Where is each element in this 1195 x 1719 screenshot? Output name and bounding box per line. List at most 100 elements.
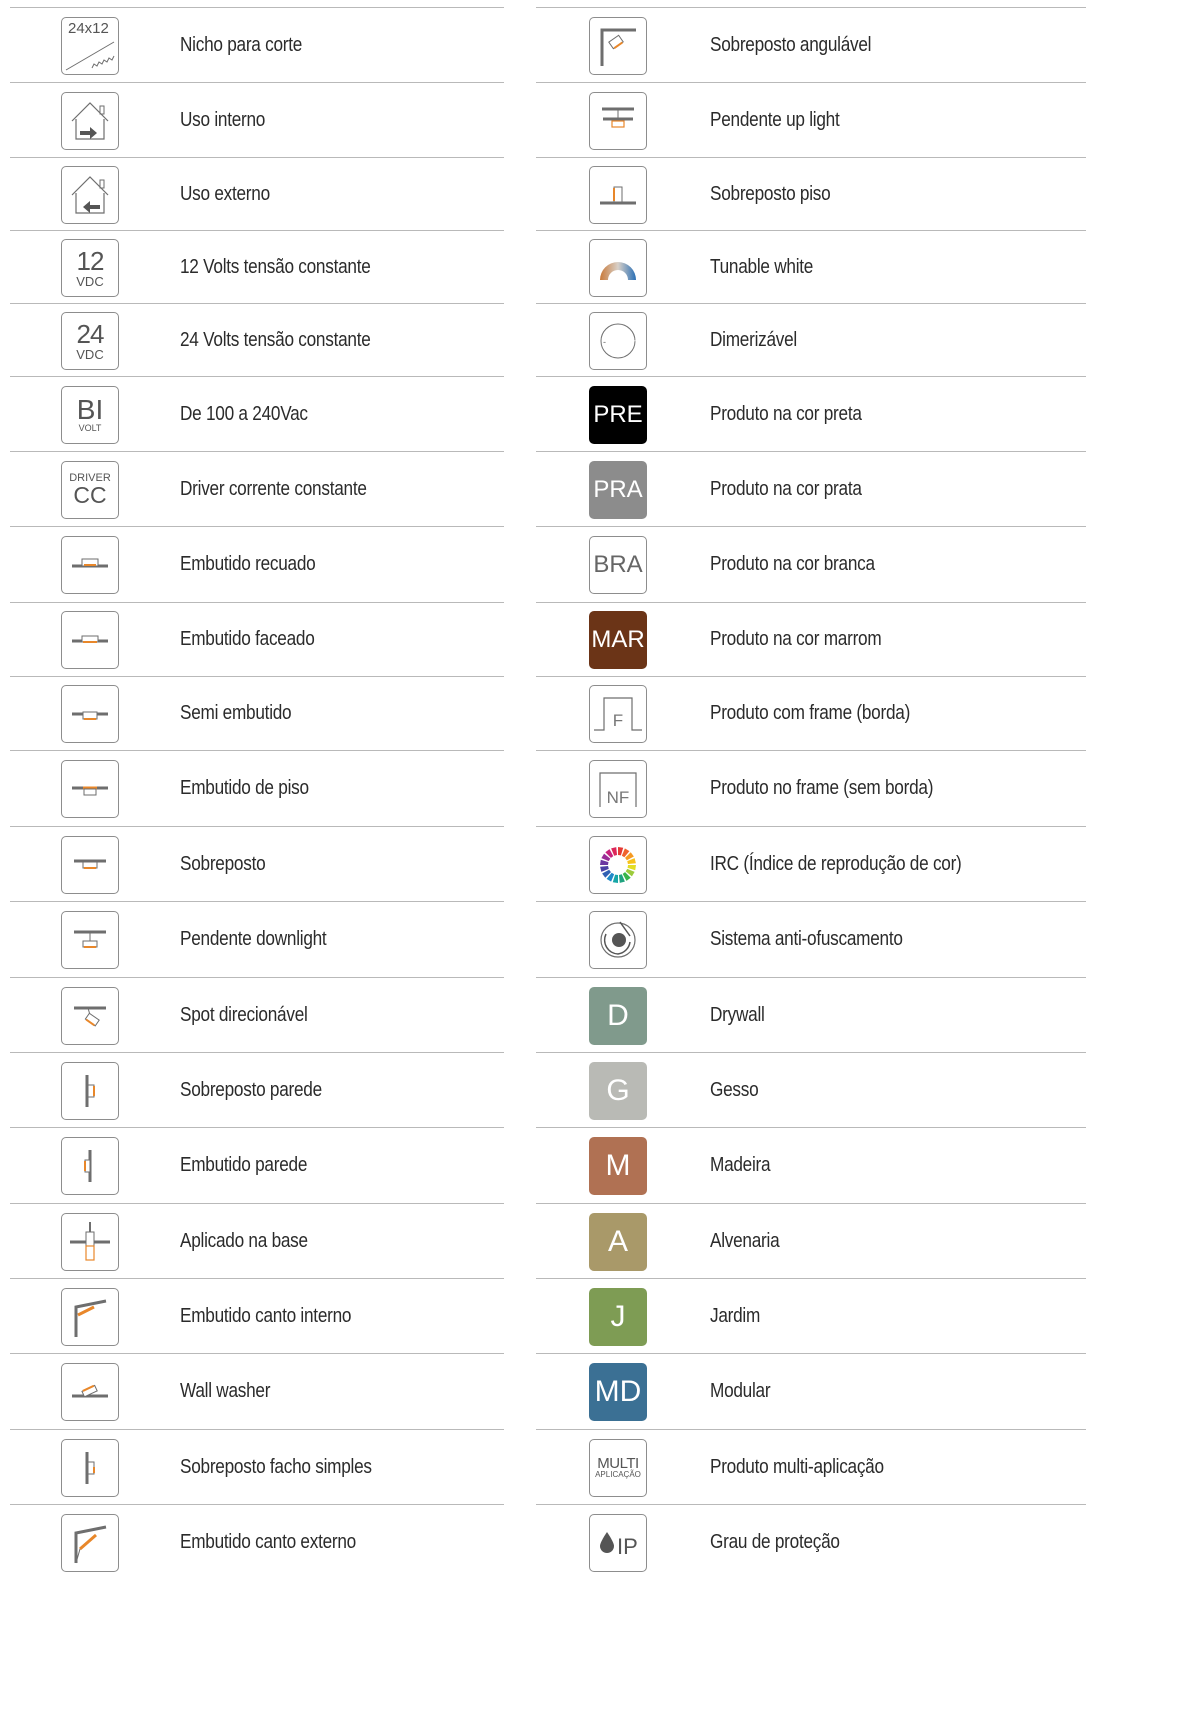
legend-row: Semi embutido (10, 676, 504, 750)
legend-label: Produto multi-aplicação (710, 1455, 884, 1478)
legend-row: Pendente up light (536, 82, 1086, 157)
legend-label: Embutido recuado (180, 553, 316, 575)
legend-row: Sobreposto angulável (536, 7, 1086, 82)
legend-row: Aplicado na base (10, 1203, 504, 1278)
legend-column-right: Sobreposto angulável Pendente up light Sob… (536, 7, 1086, 1579)
color-silver-icon: PRA (589, 460, 647, 519)
legend-label: Driver corrente constante (180, 477, 367, 500)
wall-washer-icon (61, 1363, 119, 1421)
legend-row: Embutido de piso (10, 750, 504, 826)
svg-text:F: F (613, 711, 623, 730)
legend-label: Produto com frame (borda) (710, 702, 911, 724)
12vdc-icon: 12 VDC (61, 238, 119, 297)
wall-recessed-icon (61, 1137, 119, 1195)
svg-text:-: - (603, 337, 606, 347)
house-indoor-icon (61, 91, 119, 150)
legend-label: Gesso (710, 1078, 759, 1101)
legend-label: Embutido faceado (180, 628, 315, 650)
legend-label: Sobreposto parede (180, 1078, 322, 1101)
legend-label: Modular (710, 1380, 771, 1402)
legend-label: Spot direcionável (180, 1003, 308, 1026)
single-beam-icon (61, 1438, 119, 1497)
legend-row: Sistema anti-ofuscamento (536, 901, 1086, 977)
garden-icon: J (589, 1287, 647, 1346)
legend-row: Pendente downlight (10, 901, 504, 977)
legend-label: Embutido parede (180, 1154, 308, 1176)
masonry-icon: A (589, 1212, 647, 1271)
legend-label: De 100 a 240Vac (180, 402, 308, 425)
pendant-downlight-icon (61, 911, 119, 969)
legend-label: Uso interno (180, 108, 266, 131)
legend-label: Jardim (710, 1304, 761, 1327)
multi-application-icon: MULTI APLICAÇÃO (589, 1438, 647, 1497)
legend-label: Sobreposto piso (710, 182, 831, 205)
drywall-icon: D (589, 986, 647, 1045)
legend-label: Sobreposto facho simples (180, 1455, 372, 1478)
driver-cc-icon: DRIVER CC (61, 460, 119, 519)
legend-row: Embutido recuado (10, 526, 504, 602)
dimmer-icon: - + (589, 311, 647, 370)
legend-row: Sobreposto piso (536, 157, 1086, 230)
legend-row: Sobreposto parede (10, 1052, 504, 1127)
legend-label: Sobreposto angulável (710, 33, 872, 56)
legend-label: Produto na cor preta (710, 402, 862, 425)
legend-row: Uso interno (10, 82, 504, 157)
svg-text:+: + (631, 336, 636, 346)
legend-label: Semi embutido (180, 702, 292, 724)
legend-label: Embutido de piso (180, 777, 309, 799)
legend-label: 24 Volts tensão constante (180, 328, 371, 351)
legend-label: Dimerizável (710, 328, 798, 351)
house-outdoor-icon (61, 165, 119, 224)
outer-corner-icon (61, 1513, 119, 1572)
wood-icon: M (589, 1137, 647, 1195)
legend-label: Sistema anti-ofuscamento (710, 928, 903, 950)
legend-row: Embutido canto externo (10, 1504, 504, 1579)
ip-rating-icon: IP (589, 1513, 647, 1572)
legend-label: Produto na cor marrom (710, 628, 882, 650)
legend-row: IRC (Índice de reprodução de cor) (536, 826, 1086, 901)
legend-row: Wall washer (10, 1353, 504, 1429)
legend-row: A Alvenaria (536, 1203, 1086, 1278)
legend-row: 12 VDC 12 Volts tensão constante (10, 230, 504, 303)
legend-row: G Gesso (536, 1052, 1086, 1127)
legend-row: Tunable white (536, 230, 1086, 303)
legend-row: Embutido faceado (10, 602, 504, 676)
color-white-icon: BRA (589, 536, 647, 594)
svg-text:NF: NF (607, 788, 630, 807)
saw-cut-icon: 24x12 (61, 16, 119, 75)
legend-label: Drywall (710, 1003, 765, 1026)
legend-label: 12 Volts tensão constante (180, 255, 371, 278)
floor-recessed-icon (61, 760, 119, 818)
legend-label: Sobreposto (180, 852, 266, 875)
legend-row: MAR Produto na cor marrom (536, 602, 1086, 676)
legend-label: Tunable white (710, 255, 814, 278)
adjustable-spot-icon (61, 986, 119, 1045)
color-black-icon: PRE (589, 385, 647, 444)
wall-surface-icon (61, 1061, 119, 1120)
legend-row: Sobreposto facho simples (10, 1429, 504, 1504)
legend-label: Pendente downlight (180, 928, 327, 950)
legend-label: Nicho para corte (180, 33, 303, 56)
legend-row: Embutido canto interno (10, 1278, 504, 1353)
floor-surface-icon (589, 165, 647, 224)
legend-label: Uso externo (180, 182, 270, 205)
legend-row: M Madeira (536, 1127, 1086, 1203)
legend-label: Pendente up light (710, 108, 840, 131)
tunable-white-icon (589, 238, 647, 297)
legend-row: PRE Produto na cor preta (536, 376, 1086, 451)
legend-row: F Produto com frame (borda) (536, 676, 1086, 750)
legend-row: BI VOLT De 100 a 240Vac (10, 376, 504, 451)
legend-row: PRA Produto na cor prata (536, 451, 1086, 526)
legend-label: Embutido canto interno (180, 1304, 352, 1327)
legend-label: Aplicado na base (180, 1229, 308, 1252)
legend-label: Grau de proteção (710, 1530, 840, 1553)
legend-label: Madeira (710, 1154, 771, 1176)
recessed-flush-icon (61, 611, 119, 669)
anti-glare-icon (589, 911, 647, 969)
base-mount-icon (61, 1212, 119, 1271)
svg-text:IP: IP (617, 1534, 638, 1559)
semi-recessed-icon (61, 685, 119, 743)
legend-row: DRIVER CC Driver corrente constante (10, 451, 504, 526)
legend-label: Alvenaria (710, 1229, 780, 1252)
modular-icon: MD (589, 1363, 647, 1421)
